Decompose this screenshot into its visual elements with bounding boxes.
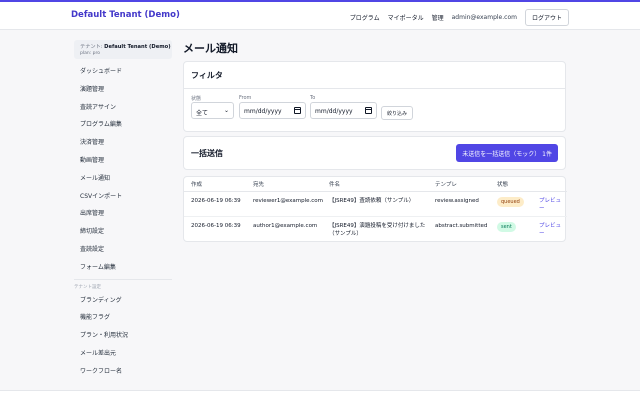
sidebar-divider (74, 278, 172, 280)
page-title: メール通知 (183, 42, 238, 55)
sidebar-item-mail-sender[interactable]: メール差出元 (74, 345, 172, 363)
sidebar-section-label: テナント設定 (74, 284, 101, 290)
status-select-value: 全て (196, 110, 209, 117)
tenant-info: テナント: Default Tenant (Demo) plan: pro (74, 40, 172, 59)
table-row: 2026-06-19 06:39 reviewer1@example.com 【… (184, 193, 567, 217)
from-date-input[interactable]: mm/dd/yyyy (239, 102, 306, 119)
sidebar-item-payments[interactable]: 決済管理 (74, 134, 172, 152)
sidebar-item-csv-import[interactable]: CSVインポート (74, 188, 172, 206)
col-recipient: 宛先 (253, 182, 265, 188)
cell-subject: 【JSRE49】演題投稿を受け付けました（サンプル） (329, 223, 426, 237)
filter-title: フィルタ (184, 62, 565, 89)
sidebar-item-email[interactable]: メール通知 (74, 170, 172, 188)
nav-admin[interactable]: 管理 (432, 13, 444, 22)
sidebar-item-feature-flags[interactable]: 機能フラグ (74, 309, 172, 327)
calendar-icon[interactable] (365, 107, 372, 114)
nav-my-portal[interactable]: マイポータル (388, 13, 424, 22)
sidebar-item-workflow-names[interactable]: ワークフロー名 (74, 363, 172, 381)
from-date-placeholder: mm/dd/yyyy (244, 108, 282, 115)
col-status: 状態 (497, 182, 509, 188)
sidebar-item-review-settings[interactable]: 査読設定 (74, 241, 172, 259)
top-bar: Default Tenant (Demo) プログラム マイポータル 管理 ad… (0, 0, 640, 30)
logout-button[interactable]: ログアウト (524, 9, 569, 26)
col-created: 作成 (191, 182, 203, 188)
to-date-placeholder: mm/dd/yyyy (315, 108, 353, 115)
calendar-icon[interactable] (294, 107, 301, 114)
brand-title[interactable]: Default Tenant (Demo) (71, 10, 180, 20)
bulk-send-button[interactable]: 未送信を一括送信（モック） 1件 (456, 144, 558, 162)
sidebar-item-review-assign[interactable]: 査読アサイン (74, 99, 172, 117)
sidebar-item-program-edit[interactable]: プログラム編集 (74, 116, 172, 134)
preview-link[interactable]: プレビュー (539, 222, 561, 238)
table-header: 作成 宛先 件名 テンプレ 状態 (184, 177, 567, 192)
main-content: メール通知 フィルタ 状態 全て ⌄ From mm/dd/yyyy To mm… (183, 40, 567, 242)
sidebar-item-deadlines[interactable]: 締切設定 (74, 223, 172, 241)
from-label: From (239, 95, 252, 101)
tenant-plan: plan: pro (80, 51, 101, 56)
bulk-send-card: 一括送信 未送信を一括送信（モック） 1件 (183, 136, 566, 170)
col-subject: 件名 (329, 182, 341, 188)
sidebar-item-branding[interactable]: ブランディング (74, 292, 172, 310)
sidebar-item-dashboard[interactable]: ダッシュボード (74, 63, 172, 81)
filter-card: フィルタ 状態 全て ⌄ From mm/dd/yyyy To mm/dd/yy (183, 61, 566, 132)
status-select[interactable]: 全て ⌄ (191, 102, 234, 119)
bulk-send-title: 一括送信 (191, 149, 223, 158)
filter-body: 状態 全て ⌄ From mm/dd/yyyy To mm/dd/yyyy 絞り… (184, 89, 565, 133)
tenant-label: テナント: (80, 44, 103, 50)
preview-link[interactable]: プレビュー (539, 197, 561, 213)
from-filter-group: From mm/dd/yyyy (239, 95, 306, 119)
chevron-down-icon: ⌄ (223, 107, 229, 114)
cell-template: review.assigned (435, 198, 479, 204)
top-nav: プログラム マイポータル 管理 admin@example.com ログアウト (350, 9, 569, 26)
sidebar: テナント: Default Tenant (Demo) plan: pro ダッ… (74, 40, 172, 381)
cell-subject: 【JSRE49】査読依頼（サンプル） (329, 198, 415, 204)
sidebar-item-videos[interactable]: 動画管理 (74, 152, 172, 170)
status-badge: queued (497, 197, 524, 207)
cell-template: abstract.submitted (435, 223, 488, 229)
sidebar-item-plan-usage[interactable]: プラン・利用状況 (74, 327, 172, 345)
sidebar-item-attendance[interactable]: 出席管理 (74, 205, 172, 223)
tenant-name: Default Tenant (Demo) (104, 44, 171, 50)
col-template: テンプレ (435, 182, 457, 188)
cell-recipient: reviewer1@example.com (253, 198, 324, 204)
to-filter-group: To mm/dd/yyyy (310, 95, 377, 119)
user-email: admin@example.com (451, 14, 517, 21)
status-label: 状態 (191, 96, 202, 102)
to-date-input[interactable]: mm/dd/yyyy (310, 102, 377, 119)
email-table: 作成 宛先 件名 テンプレ 状態 2026-06-19 06:39 review… (183, 176, 567, 242)
cell-recipient: author1@example.com (253, 223, 318, 229)
cell-created: 2026-06-19 06:39 (191, 223, 241, 229)
status-badge: sent (497, 222, 516, 232)
nav-programs[interactable]: プログラム (350, 13, 380, 22)
status-filter-group: 状態 全て ⌄ (191, 95, 234, 119)
apply-filter-button[interactable]: 絞り込み (381, 106, 414, 120)
sidebar-item-abstracts[interactable]: 演題管理 (74, 81, 172, 99)
table-row: 2026-06-19 06:39 author1@example.com 【JS… (184, 218, 567, 242)
sidebar-item-form-edit[interactable]: フォーム編集 (74, 259, 172, 277)
to-label: To (310, 95, 316, 101)
footer (0, 390, 640, 400)
cell-created: 2026-06-19 06:39 (191, 198, 241, 204)
